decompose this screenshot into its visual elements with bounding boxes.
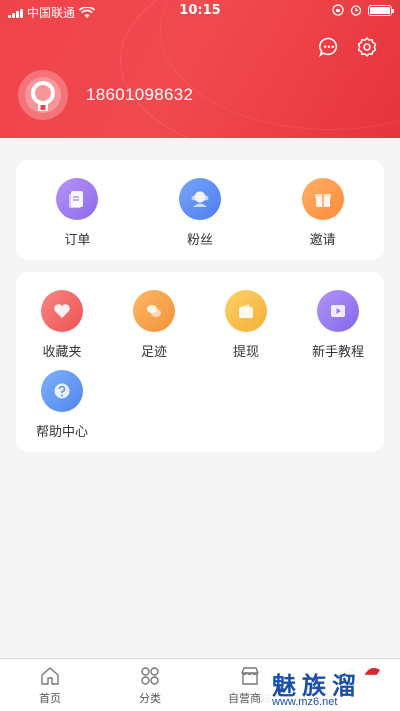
store-icon <box>241 667 259 685</box>
default-avatar-icon <box>25 77 61 113</box>
tab-home-label: 首页 <box>39 692 61 705</box>
invite-button[interactable]: 邀请 <box>301 178 344 248</box>
tutorial-button[interactable]: 新手教程 <box>292 290 384 360</box>
category-icon <box>141 667 159 685</box>
gift-icon <box>301 178 344 220</box>
help-icon <box>41 370 83 412</box>
favorites-label: 收藏夹 <box>42 345 82 360</box>
status-right <box>332 4 394 16</box>
user-phone: 18601098632 <box>86 85 194 104</box>
help-center-label: 帮助中心 <box>35 425 88 440</box>
order-button[interactable]: 订单 <box>56 178 99 248</box>
header-actions <box>318 36 378 58</box>
order-icon <box>56 178 99 220</box>
favorites-button[interactable]: 收藏夹 <box>16 290 108 360</box>
footprint-icon <box>133 290 175 332</box>
withdraw-label: 提现 <box>232 345 259 360</box>
help-center-button[interactable]: 帮助中心 <box>16 370 108 440</box>
footprint-button[interactable]: 足迹 <box>108 290 200 360</box>
quick-links-card: 订单 粉丝 邀请 <box>16 160 384 260</box>
alarm-icon <box>350 5 362 16</box>
profile-header: 中国联通 10:15 18601098632 <box>0 0 400 138</box>
battery-icon <box>368 4 394 16</box>
order-label: 订单 <box>64 233 91 248</box>
rotation-lock-icon <box>332 4 344 16</box>
watermark: 魅族溜 www.mz6.net <box>262 664 400 711</box>
status-bar: 中国联通 10:15 <box>0 0 400 22</box>
fans-label: 粉丝 <box>186 233 213 248</box>
settings-icon[interactable] <box>356 36 378 58</box>
footprint-label: 足迹 <box>140 345 167 360</box>
user-profile: 18601098632 <box>18 70 193 120</box>
tab-home[interactable]: 首页 <box>0 659 100 711</box>
avatar[interactable] <box>18 70 68 120</box>
withdraw-button[interactable]: 提现 <box>200 290 292 360</box>
heart-icon <box>41 290 83 332</box>
services-card: 收藏夹 足迹 提现 新手教程 帮助中心 <box>16 272 384 452</box>
tab-category-label: 分类 <box>139 692 161 705</box>
watermark-url: www.mz6.net <box>272 696 338 708</box>
fans-button[interactable]: 粉丝 <box>178 178 221 248</box>
tab-category[interactable]: 分类 <box>100 659 200 711</box>
video-icon <box>317 290 359 332</box>
message-icon[interactable] <box>318 36 340 58</box>
fans-icon <box>178 178 221 220</box>
santa-hat-icon <box>362 668 380 678</box>
home-icon <box>41 667 59 685</box>
invite-label: 邀请 <box>309 233 336 248</box>
wallet-icon <box>225 290 267 332</box>
tutorial-label: 新手教程 <box>311 345 364 360</box>
